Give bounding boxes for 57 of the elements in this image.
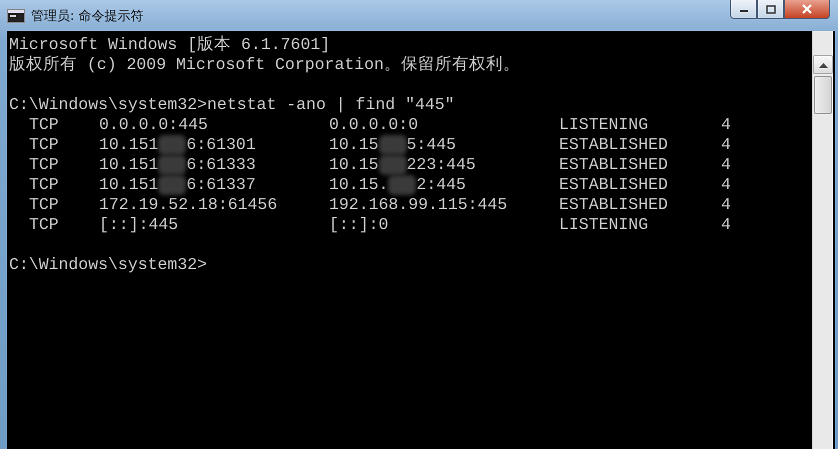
protocol-cell-text: TCP (29, 195, 60, 215)
state-cell-text: LISTENING (559, 215, 650, 235)
console-line: 版权所有 (c) 2009 Microsoft Corporation。保留所有权利。 (9, 55, 520, 75)
close-icon (801, 4, 813, 14)
address-text: 0.0.0.0:0 (329, 115, 418, 135)
address-text: 6:61333 (186, 155, 256, 175)
scrollbar[interactable] (812, 31, 833, 449)
protocol-cell-text: TCP (29, 135, 60, 155)
pid-cell: 4 (721, 195, 731, 215)
address-text: 0.0.0.0:445 (99, 115, 208, 135)
redaction-blur (388, 175, 416, 195)
pid-cell: 4 (721, 215, 731, 235)
state-cell-text: ESTABLISHED (559, 155, 669, 175)
address-text: 172.19.52.18:61456 (99, 195, 278, 215)
state-cell-text: LISTENING (559, 115, 650, 135)
pid-cell: 4 (721, 155, 731, 175)
redaction-blur (378, 135, 407, 155)
address-text: 10.15 (329, 155, 379, 175)
state-cell-text: ESTABLISHED (559, 195, 669, 215)
redaction-blur (158, 175, 186, 195)
protocol-cell-text: TCP (29, 115, 60, 135)
pid-cell: 4 (721, 175, 731, 195)
address-text: 2:445 (416, 175, 466, 195)
window-title: 管理员: 命令提示符 (31, 8, 144, 24)
address-text: 10.15. (329, 175, 388, 195)
scroll-thumb[interactable] (814, 76, 832, 114)
protocol-cell-text: TCP (29, 155, 60, 175)
pid-cell: 4 (721, 115, 731, 135)
address-text: 10.151 (99, 135, 158, 155)
address-text: 10.151 (99, 155, 158, 175)
protocol-cell-text: TCP (29, 175, 60, 195)
prompt-line: C:\Windows\system32> (9, 255, 208, 275)
state-cell-text: ESTABLISHED (559, 135, 669, 155)
minimize-button[interactable] (730, 0, 757, 19)
maximize-icon (766, 4, 776, 14)
address-text: 10.151 (99, 175, 158, 195)
console-icon (7, 8, 25, 22)
scroll-up-button[interactable] (813, 55, 833, 74)
address-text: 10.15 (329, 135, 379, 155)
address-text: [::]:0 (329, 215, 388, 235)
console-line: Microsoft Windows [版本 6.1.7601] (9, 35, 330, 55)
address-text: [::]:445 (99, 215, 178, 235)
maximize-button[interactable] (757, 0, 784, 19)
close-button[interactable] (784, 0, 830, 19)
pid-cell: 4 (721, 135, 731, 155)
address-text: 192.168.99.115:445 (329, 195, 508, 215)
up-arrow-icon (818, 62, 828, 68)
address-text: 5:445 (406, 135, 456, 155)
protocol-cell-text: TCP (29, 215, 60, 235)
command-line: C:\Windows\system32>netstat -ano | find "445" (9, 95, 455, 115)
address-text: 6:61301 (186, 135, 256, 155)
redaction-blur (158, 155, 186, 175)
state-cell-text: ESTABLISHED (559, 175, 669, 195)
redaction-blur (158, 135, 186, 155)
address-text: 223:445 (406, 155, 476, 175)
address-text: 6:61337 (186, 175, 256, 195)
redaction-blur (378, 155, 407, 175)
